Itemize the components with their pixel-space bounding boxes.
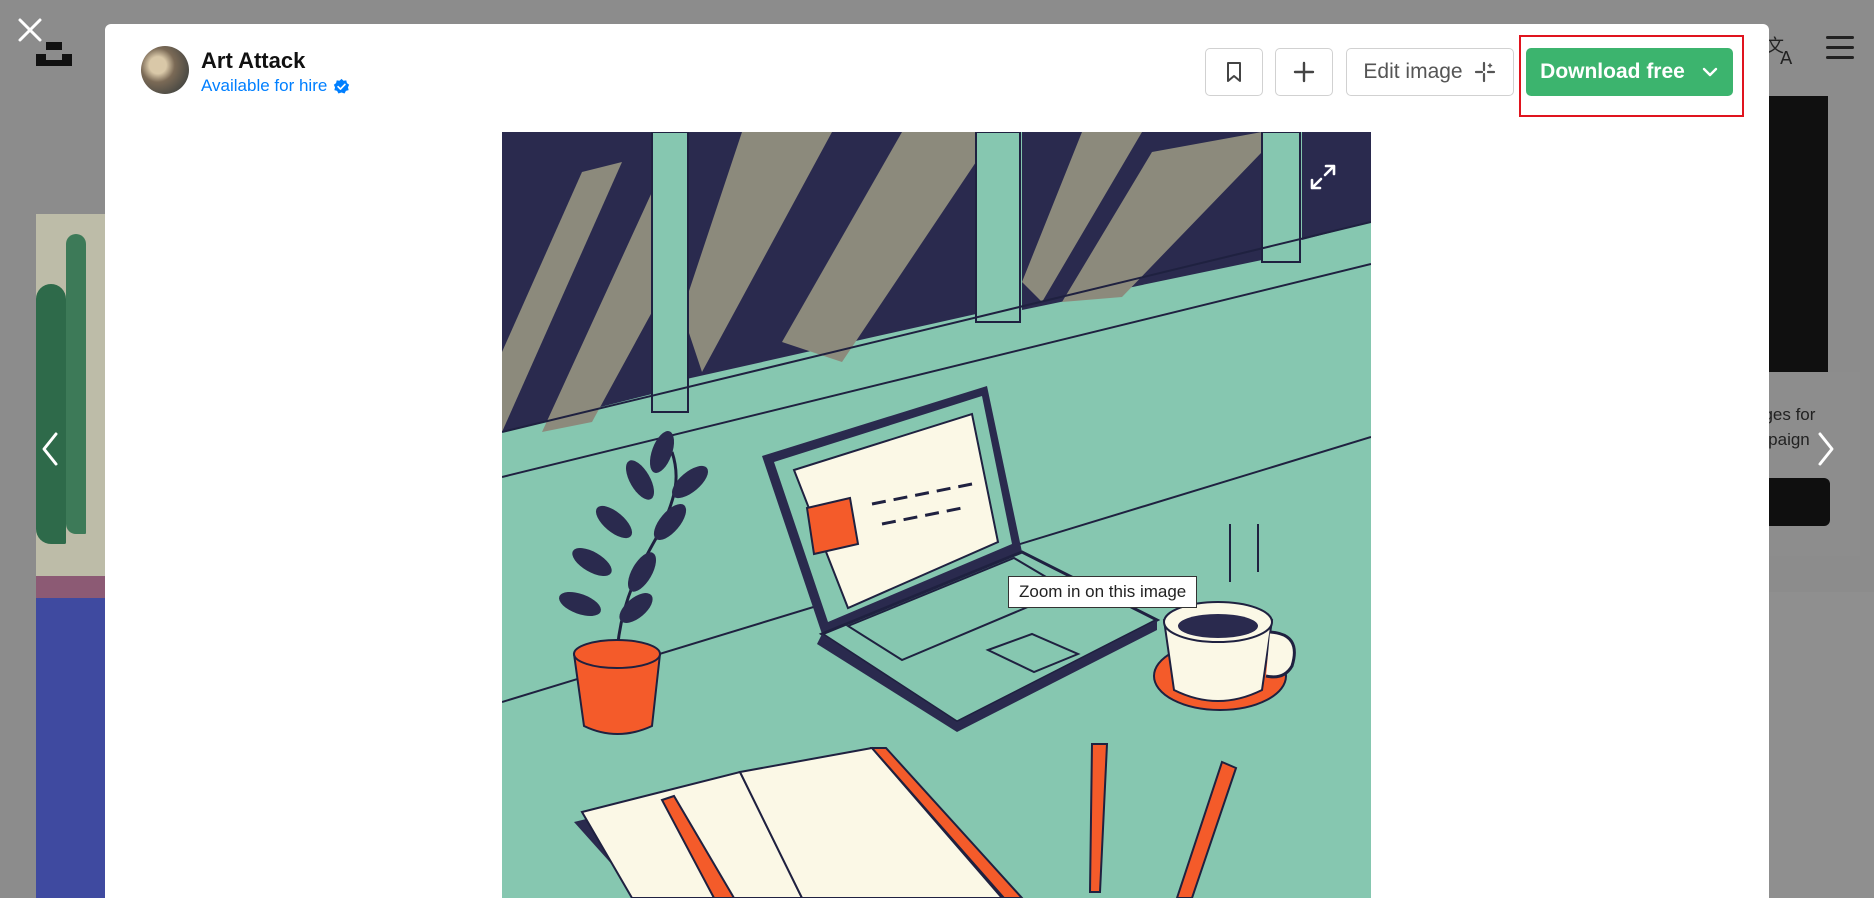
add-to-collection-button[interactable] [1275, 48, 1333, 96]
available-for-hire-link[interactable]: Available for hire [201, 76, 350, 96]
bookmark-icon [1227, 62, 1241, 82]
background-photo-card[interactable] [36, 214, 106, 898]
bookmark-button[interactable] [1205, 48, 1263, 96]
chevron-left-icon[interactable] [36, 428, 66, 470]
hire-label: Available for hire [201, 76, 328, 95]
zoom-tooltip: Zoom in on this image [1008, 576, 1198, 608]
background-photo-card[interactable] [1768, 96, 1828, 372]
modal-header: Art Attack Available for hire Edit image [105, 24, 1769, 134]
translate-icon[interactable]: 文 A [1766, 32, 1800, 66]
edit-image-label: Edit image [1363, 60, 1463, 83]
verified-icon [334, 78, 350, 93]
edit-image-button[interactable]: Edit image [1346, 48, 1514, 96]
background-photo-card[interactable] [1768, 592, 1874, 898]
illustration-workspace [502, 132, 1371, 898]
download-label: Download free [1540, 60, 1685, 83]
author-name[interactable]: Art Attack [201, 48, 305, 74]
plus-icon [1293, 61, 1315, 83]
expand-icon[interactable] [1306, 160, 1340, 194]
chevron-right-icon[interactable] [1810, 428, 1840, 470]
sparkle-icon [1474, 61, 1495, 83]
background-ad-button[interactable] [1760, 478, 1830, 526]
main-photo[interactable]: Zoom in on this image [502, 132, 1371, 898]
avatar[interactable] [141, 46, 189, 94]
chevron-down-icon[interactable] [1701, 63, 1719, 81]
download-free-button[interactable]: Download free [1526, 48, 1733, 96]
photo-modal: Art Attack Available for hire Edit image [105, 24, 1769, 898]
menu-icon[interactable] [1826, 36, 1854, 60]
close-icon[interactable] [14, 14, 46, 46]
svg-text:A: A [1780, 48, 1793, 66]
